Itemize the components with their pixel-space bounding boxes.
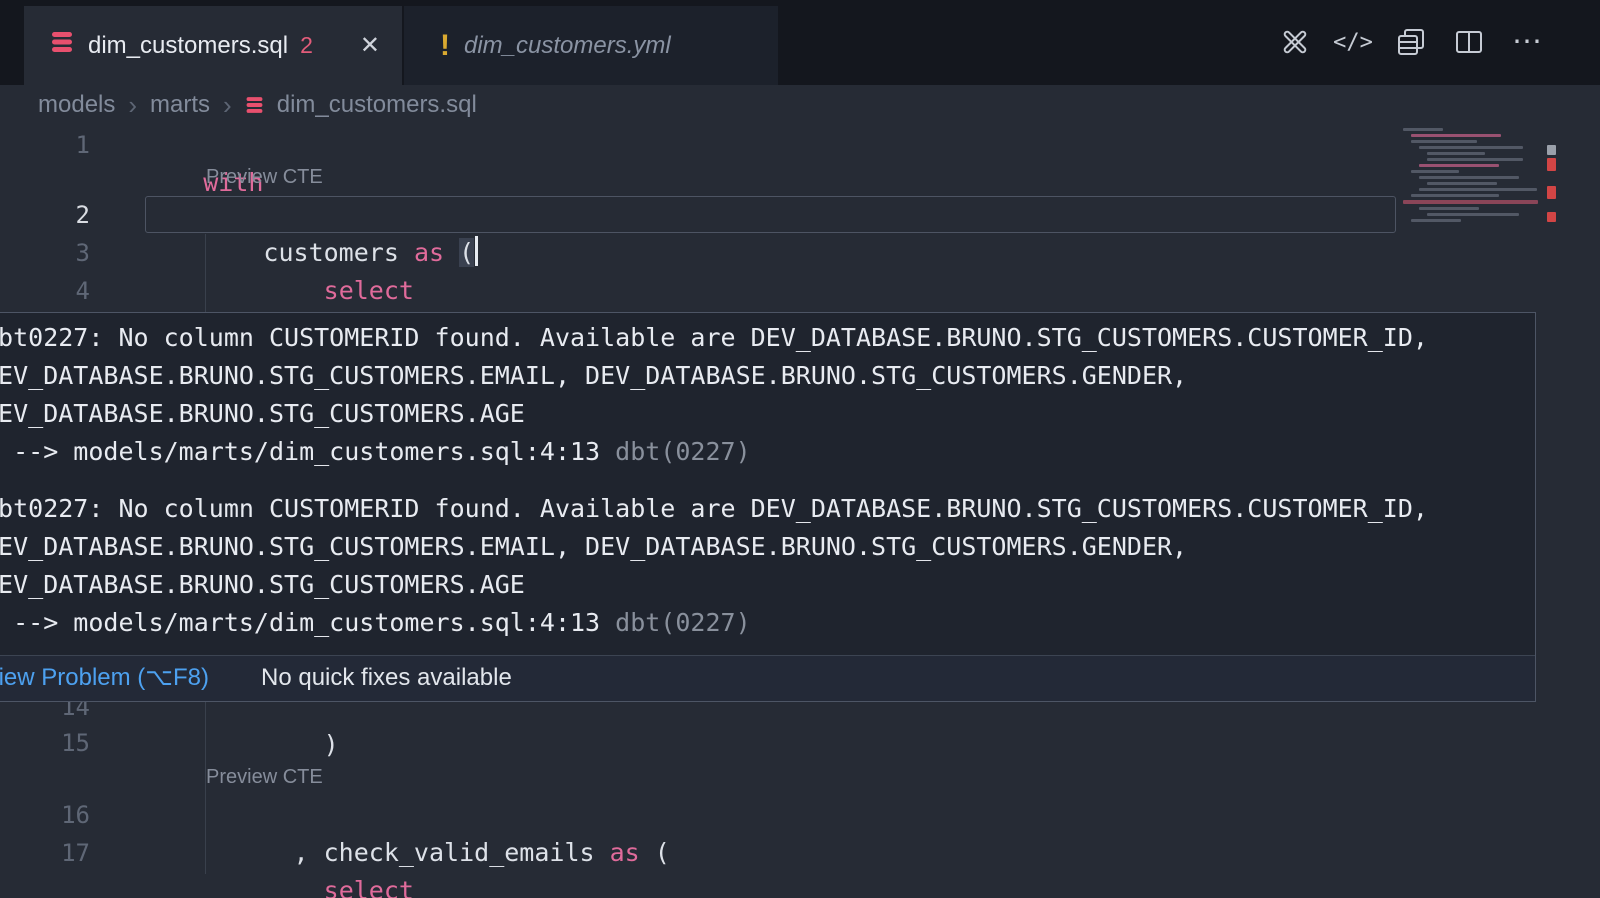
- split-editor-icon[interactable]: [1452, 25, 1486, 59]
- code-line-2[interactable]: customers as (: [143, 196, 478, 234]
- line-number: 2: [0, 196, 90, 234]
- line-number: 16: [0, 796, 90, 834]
- crossed-bones-icon[interactable]: [1278, 25, 1312, 59]
- code-line-3[interactable]: select: [143, 234, 414, 272]
- breadcrumb-item-marts[interactable]: marts: [150, 91, 210, 119]
- warning-icon: !: [440, 29, 450, 63]
- line-number: 17: [0, 834, 90, 872]
- breadcrumb-item-file[interactable]: dim_customers.sql: [277, 91, 477, 119]
- error-location: --> models/marts/dim_customers.sql:4:13 …: [0, 433, 1535, 471]
- tab-label: dim_customers.yml: [464, 32, 671, 60]
- line-number: 15: [0, 724, 90, 762]
- problem-hover-popup: dbt0227: No column CUSTOMERID found. Ava…: [0, 312, 1536, 702]
- close-icon[interactable]: ✕: [360, 31, 380, 60]
- tab-bar: dim_customers.sql 2 ✕ ! dim_customers.ym…: [0, 0, 1600, 85]
- dbt-icon: [50, 31, 74, 60]
- error-message-2: dbt0227: No column CUSTOMERID found. Ava…: [0, 490, 1535, 642]
- code-line-4[interactable]: customerId: [143, 272, 534, 310]
- tab-dim-customers-yml[interactable]: ! dim_customers.yml: [404, 6, 778, 85]
- table-copy-icon[interactable]: [1394, 25, 1428, 59]
- line-number: 3: [0, 234, 90, 272]
- problem-count-badge: 2: [300, 32, 313, 59]
- breadcrumb: models › marts › dim_customers.sql: [0, 85, 1600, 125]
- error-marker: [1547, 212, 1556, 222]
- error-marker: [1547, 158, 1556, 171]
- chevron-right-icon: ›: [128, 90, 137, 121]
- code-icon[interactable]: </>: [1336, 25, 1370, 59]
- dbt-icon: [245, 96, 264, 114]
- editor-actions: </> ⋯: [1278, 6, 1544, 78]
- error-message-1: dbt0227: No column CUSTOMERID found. Ava…: [0, 319, 1535, 471]
- popup-action-row: View Problem (⌥F8) No quick fixes availa…: [0, 655, 1535, 701]
- code-line-1[interactable]: with: [143, 126, 263, 164]
- error-location: --> models/marts/dim_customers.sql:4:13 …: [0, 604, 1535, 642]
- view-problem-link[interactable]: View Problem (⌥F8): [0, 656, 209, 700]
- code-line-15[interactable]: [143, 724, 203, 762]
- line-number: 4: [0, 272, 90, 310]
- tab-label: dim_customers.sql: [88, 32, 288, 60]
- scrollbar-thumb[interactable]: [1547, 145, 1556, 155]
- chevron-right-icon: ›: [223, 90, 232, 121]
- editor-window: dim_customers.sql 2 ✕ ! dim_customers.ym…: [0, 0, 1600, 898]
- breadcrumb-item-models[interactable]: models: [38, 91, 115, 119]
- error-source-badge: dbt(0227): [615, 608, 750, 637]
- error-source-badge: dbt(0227): [615, 437, 750, 466]
- code-lens-preview-cte[interactable]: Preview CTE: [206, 162, 323, 192]
- error-marker: [1547, 186, 1556, 199]
- line-number: 1: [0, 126, 90, 164]
- no-quick-fixes-text: No quick fixes available: [261, 656, 512, 700]
- code-line-16[interactable]: , check_valid_emails as (: [143, 796, 670, 834]
- more-actions-icon[interactable]: ⋯: [1510, 25, 1544, 59]
- text-cursor: [475, 236, 478, 266]
- code-lens-preview-cte[interactable]: Preview CTE: [206, 762, 323, 792]
- minimap[interactable]: [1403, 128, 1543, 238]
- code-line-17[interactable]: select: [143, 834, 414, 872]
- tab-dim-customers-sql[interactable]: dim_customers.sql 2 ✕: [24, 6, 402, 85]
